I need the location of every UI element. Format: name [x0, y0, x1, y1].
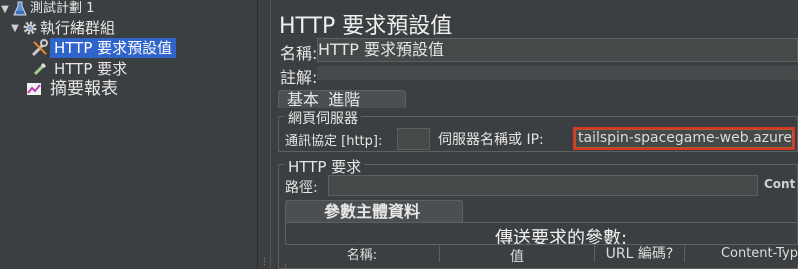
column-header-value[interactable]: 值: [440, 244, 595, 265]
name-row: 名稱:: [280, 40, 317, 64]
protocol-field[interactable]: [397, 128, 430, 150]
comment-label: 註解:: [280, 68, 318, 87]
test-plan-tree: ▼ 測試計劃 1 ▼ 執行緒群組 HTTP 要求預設值 HTTP 要求 摘要報表: [0, 0, 257, 269]
tree-item-label: HTTP 要求預設值: [50, 38, 177, 58]
tree-item-label: 摘要報表: [50, 79, 118, 99]
column-header-name[interactable]: 名稱:: [285, 244, 440, 263]
tab-parameters[interactable]: 參數主體資料: [285, 200, 463, 222]
content-encoding-label: Cont: [764, 177, 796, 191]
name-value: HTTP 要求預設值: [318, 40, 445, 59]
chart-icon: [24, 79, 44, 99]
tree-item-test-plan[interactable]: ▼ 測試計劃 1: [0, 0, 94, 19]
column-header-content-type[interactable]: Content-Typ: [685, 244, 798, 262]
gear-icon: [20, 18, 40, 38]
path-field[interactable]: [328, 175, 758, 196]
tree-item-http-request[interactable]: HTTP 要求: [30, 59, 127, 79]
server-label: 伺服器名稱或 IP:: [438, 132, 544, 148]
pipette-icon: [30, 59, 50, 79]
path-row: 路徑:: [285, 177, 318, 197]
comment-row: 註解:: [280, 64, 317, 88]
protocol-label: 通訊協定 [http]:: [285, 134, 383, 149]
tab-basic-advanced[interactable]: 基本 進階: [278, 90, 406, 109]
name-label: 名稱:: [280, 44, 318, 63]
path-label: 路徑:: [285, 180, 318, 196]
pane-splitter[interactable]: ⋮⋮: [257, 0, 277, 269]
column-header-url-encode[interactable]: URL 編碼?: [595, 244, 685, 262]
panel-title: HTTP 要求預設值: [279, 14, 453, 39]
web-server-group-title: 網頁伺服器: [285, 108, 361, 128]
server-ip-field[interactable]: tailspin-spacegame-web.azurewet: [573, 127, 795, 150]
tree-item-label: 測試計劃 1: [30, 1, 95, 16]
column-header-value-label: 值: [510, 249, 524, 265]
tab-advanced[interactable]: 進階: [328, 90, 360, 109]
protocol-row: 通訊協定 [http]:: [285, 130, 382, 149]
http-request-group-title: HTTP 要求: [285, 156, 365, 177]
tree-item-summary-report[interactable]: 摘要報表: [24, 79, 118, 99]
collapse-toggle-icon[interactable]: ▼: [0, 4, 10, 15]
tab-basic[interactable]: 基本: [287, 90, 319, 109]
http-defaults-panel: HTTP 要求預設值 名稱: HTTP 要求預設值 註解: 基本 進階 網頁伺服…: [271, 0, 798, 269]
flask-icon: [10, 0, 30, 19]
comment-field[interactable]: [317, 66, 798, 80]
wrench-icon: [30, 38, 50, 58]
tree-item-http-defaults[interactable]: HTTP 要求預設值: [30, 38, 177, 58]
server-row: 伺服器名稱或 IP:: [438, 129, 544, 149]
tree-item-label: 執行緒群組: [40, 19, 116, 37]
name-field[interactable]: HTTP 要求預設值: [317, 38, 798, 62]
collapse-toggle-icon[interactable]: ▼: [10, 23, 20, 34]
tree-item-thread-group[interactable]: ▼ 執行緒群組: [10, 18, 115, 38]
tree-item-label: HTTP 要求: [54, 60, 128, 78]
